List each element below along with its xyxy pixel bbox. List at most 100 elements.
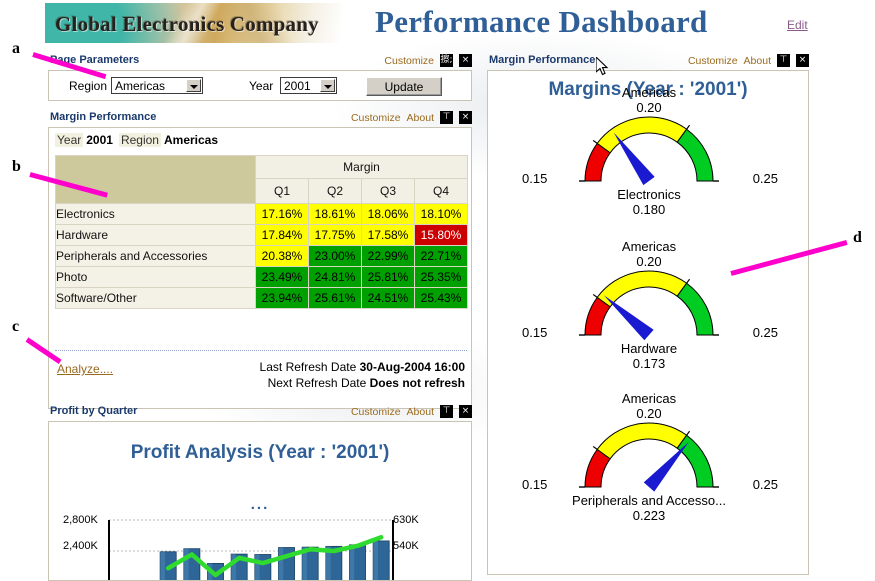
portlet-margin-gauges: Margin Performance Customize About ⊤ × M… — [487, 54, 809, 575]
table-cell: 17.75% — [308, 224, 362, 246]
gauge-axis-max-label: 0.25 — [752, 325, 778, 340]
row-label: Peripherals and Accessories — [55, 245, 256, 267]
context-year-label: Year — [55, 133, 84, 147]
column-header-q1: Q1 — [255, 178, 309, 204]
close-icon[interactable]: × — [459, 111, 472, 124]
portlet-header: Margin Performance Customize About ⊤ × — [487, 54, 809, 70]
minimize-icon[interactable]: ⊤ — [777, 54, 790, 67]
customize-link[interactable]: Customize — [688, 55, 738, 67]
gauge-value: 0.180 — [632, 202, 666, 217]
table-cell: 22.99% — [361, 245, 415, 267]
year-label: Year — [249, 79, 274, 93]
update-button[interactable]: Update — [366, 77, 442, 96]
table-cell: 23.49% — [255, 266, 309, 288]
minimize-icon[interactable]: ⊤ — [440, 111, 453, 124]
gauge-axis-min-label: 0.15 — [522, 171, 548, 186]
portlet-header: Margin Performance Customize About ⊤ × — [48, 111, 472, 127]
next-refresh-row: Next Refresh Date Does not refresh — [268, 376, 465, 390]
row-label: Electronics — [55, 203, 256, 225]
company-logo: Global Electronics Company — [45, 3, 341, 43]
analyze-link[interactable]: Analyze.... — [57, 362, 113, 376]
chevron-down-icon — [320, 79, 335, 92]
y2-axis-tick-label: 540K — [393, 540, 419, 552]
row-label: Hardware — [55, 224, 256, 246]
gauge-region-label: Americas — [621, 85, 677, 100]
margin-table: Margin Q1 Q2 Q3 Q4 Electronics 17.16% 18… — [55, 155, 468, 309]
portlet-body: Margins (Year : '2001') Americas 0.20 0.15… — [487, 70, 809, 575]
close-icon[interactable]: × — [796, 54, 809, 67]
customize-link[interactable]: Customize — [384, 55, 434, 67]
portlet-title: Profit by Quarter — [50, 405, 138, 417]
close-icon[interactable]: × — [459, 54, 472, 67]
column-header-q2: Q2 — [308, 178, 362, 204]
y-axis-tick-label: 2,800K — [63, 514, 98, 526]
portlet-body: Year 2001 Region Americas Margin Q1 Q2 Q3 Q… — [48, 127, 472, 409]
gauge-axis-max-label: 0.25 — [752, 171, 778, 186]
about-link[interactable]: About — [407, 112, 434, 124]
portlet-profit-by-quarter: Profit by Quarter Customize About ⊤ × Pr… — [48, 405, 472, 581]
page-title: Performance Dashboard — [375, 4, 708, 39]
portlet-actions: Customize About ⊤ × — [688, 54, 809, 67]
table-context-line: Year 2001 Region Americas — [55, 133, 224, 147]
gauge-dial: 0.15 0.25 — [488, 421, 808, 493]
region-select[interactable]: Americas — [111, 77, 203, 94]
table-row: Hardware 17.84% 17.75% 17.58% 15.80% — [55, 224, 468, 246]
row-label: Photo — [55, 266, 256, 288]
overflow-indicator: ... — [250, 496, 270, 513]
gauge[interactable]: Americas 0.20 0.15 0.25 Peripherals and Acce… — [488, 391, 808, 523]
portlet-header: Page Parameters Customize 擦; × — [48, 54, 472, 70]
close-icon[interactable]: × — [459, 405, 472, 418]
last-refresh-row: Last Refresh Date 30-Aug-2004 16:00 — [260, 360, 465, 374]
gauge-region-label: Americas — [621, 239, 677, 254]
portlet-actions: Customize About ⊤ × — [351, 405, 472, 418]
chart-title: Profit Analysis (Year : '2001') — [130, 442, 390, 463]
gauge[interactable]: Americas 0.20 0.15 0.25 Electronics 0.180 — [488, 85, 808, 217]
table-cell: 17.84% — [255, 224, 309, 246]
portlet-title: Margin Performance — [50, 111, 157, 123]
portlet-body: Region Americas Year 2001 Update — [48, 70, 472, 101]
table-row: Peripherals and Accessories 20.38% 23.00… — [55, 245, 468, 267]
gauge[interactable]: Americas 0.20 0.15 0.25 Hardware 0.173 — [488, 239, 808, 371]
minimize-icon[interactable]: 擦; — [440, 54, 453, 67]
annotation-letter-a: a — [12, 40, 20, 57]
portlet-title: Margin Performance — [489, 54, 596, 66]
table-row: Photo 23.49% 24.81% 25.81% 25.35% — [55, 266, 468, 288]
gauge-dial: 0.15 0.25 — [488, 115, 808, 187]
year-select-value: 2001 — [284, 78, 311, 93]
about-link[interactable]: About — [407, 406, 434, 418]
next-refresh-label: Next Refresh Date — [267, 376, 367, 390]
table-cell: 23.00% — [308, 245, 362, 267]
table-cell: 15.80% — [414, 224, 468, 246]
table-cell: 18.10% — [414, 203, 468, 225]
gauge-series-label: Hardware — [620, 341, 678, 356]
table-cell: 17.16% — [255, 203, 309, 225]
profit-chart[interactable]: 2,800K 2,400K 630K 540K — [63, 514, 459, 580]
portlet-header: Profit by Quarter Customize About ⊤ × — [48, 405, 472, 421]
table-cell: 24.51% — [361, 287, 415, 309]
gauge-series-label: Peripherals and Accesso... — [572, 493, 726, 508]
gauge-needle — [603, 295, 654, 341]
last-refresh-value: 30-Aug-2004 16:00 — [359, 360, 465, 374]
year-select[interactable]: 2001 — [280, 77, 337, 94]
chevron-down-icon — [186, 79, 201, 92]
table-corner-cell — [55, 155, 256, 204]
customize-link[interactable]: Customize — [351, 112, 401, 124]
y-axis-tick-label: 2,400K — [63, 540, 98, 552]
about-link[interactable]: About — [744, 55, 771, 67]
gauge-axis-min-label: 0.15 — [522, 477, 548, 492]
portlet-body: Profit Analysis (Year : '2001') ... 2,80… — [48, 421, 472, 581]
region-label: Region — [69, 79, 108, 93]
annotation-letter-b: b — [12, 158, 21, 175]
table-cell: 25.81% — [361, 266, 415, 288]
portlet-page-parameters: Page Parameters Customize 擦; × Region Am… — [48, 54, 472, 101]
table-row: Electronics 17.16% 18.61% 18.06% 18.10% — [55, 203, 468, 225]
context-year-value: 2001 — [86, 133, 113, 147]
row-label: Software/Other — [55, 287, 256, 309]
minimize-icon[interactable]: ⊤ — [440, 405, 453, 418]
column-header-q4: Q4 — [414, 178, 468, 204]
gauge-axis-mid-label: 0.20 — [636, 406, 662, 421]
customize-link[interactable]: Customize — [351, 406, 401, 418]
edit-link[interactable]: Edit — [787, 18, 808, 32]
table-row: Software/Other 23.94% 25.61% 24.51% 25.4… — [55, 287, 468, 309]
table-group-header: Margin — [255, 155, 468, 179]
